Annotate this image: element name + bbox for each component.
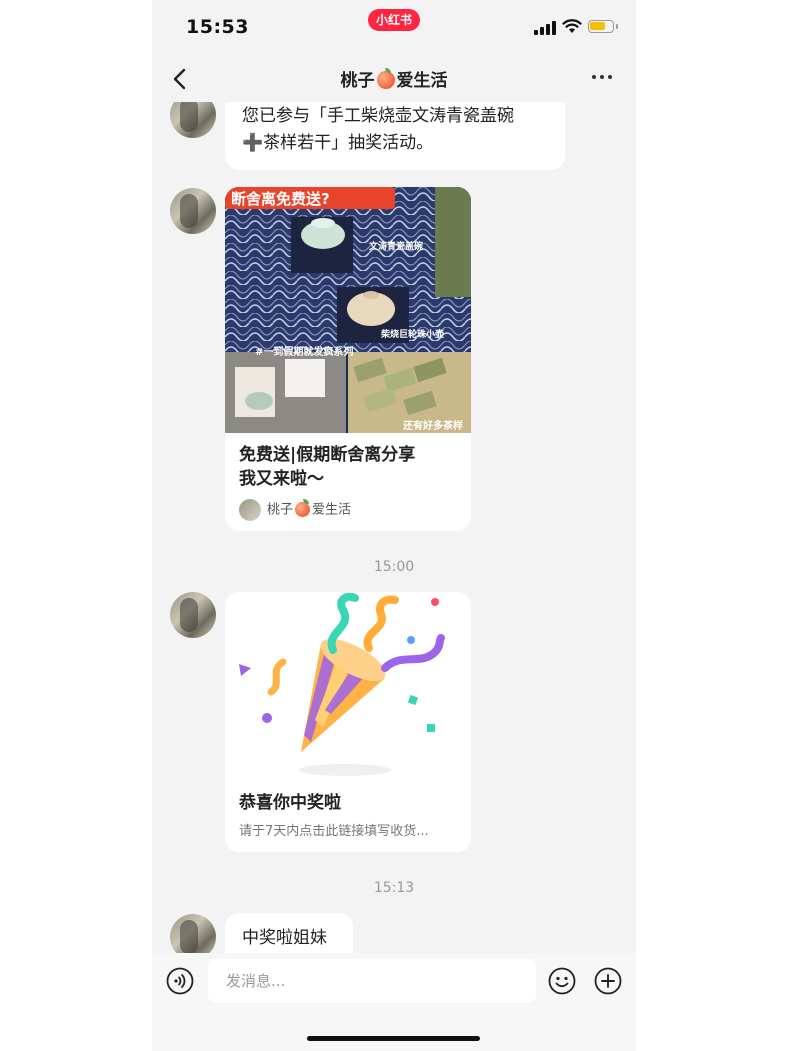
chat-screen: 15:53 小红书 桃子 爱生活 您已参与「手工柴烧壶文涛青瓷盖碗 ➕茶样若干」抽…	[152, 0, 636, 1051]
app-badge: 小红书	[368, 9, 420, 31]
home-indicator	[307, 1036, 480, 1041]
peach-emoji-icon	[295, 498, 311, 517]
note-author-name: 桃子	[267, 502, 294, 518]
more-dots-icon[interactable]	[592, 72, 616, 84]
status-time: 15:53	[186, 16, 249, 38]
chat-title: 桃子 爱生活	[152, 66, 636, 91]
status-bar: 15:53 小红书	[152, 0, 636, 56]
cover-label-pot: 柴烧巨轮珠小壶	[380, 328, 444, 340]
signal-icon	[534, 21, 558, 35]
chat-title-suffix: 爱生活	[396, 71, 448, 91]
prize-card[interactable]: 恭喜你中奖啦 请于7天内点击此链接填写收货...	[225, 592, 471, 852]
cover-label-cup: 文涛青瓷盖碗	[368, 240, 423, 252]
cover-label-series: #一到假期就发疯系列	[255, 345, 353, 358]
wifi-icon	[562, 19, 582, 33]
peach-emoji-icon	[376, 68, 395, 89]
chat-title-name: 桃子	[340, 71, 375, 91]
prize-title: 恭喜你中奖啦	[239, 793, 341, 813]
note-title-line2: 我又来啦～	[239, 469, 324, 489]
battery-icon	[588, 20, 618, 33]
avatar[interactable]	[170, 188, 216, 234]
note-title-line1: 免费送|假期断舍离分享	[239, 445, 416, 465]
plus-icon[interactable]	[594, 967, 622, 995]
note-author: 桃子 爱生活	[239, 498, 352, 521]
prize-description: 请于7天内点击此链接填写收货...	[239, 824, 429, 839]
party-popper-icon	[239, 592, 445, 776]
note-card[interactable]: 断舍离免费送? 文涛青瓷盖碗 柴烧巨轮珠小壶 #一到假期就发疯系列 还有好多茶样…	[225, 187, 471, 531]
chat-header: 桃子 爱生活	[152, 56, 636, 102]
note-cover-image: 断舍离免费送? 文涛青瓷盖碗 柴烧巨轮珠小壶 #一到假期就发疯系列 还有好多茶样	[225, 187, 471, 433]
cover-label-more: 还有好多茶样	[402, 419, 463, 432]
timestamp: 15:00	[373, 559, 415, 575]
cover-banner-text: 断舍离免费送?	[231, 190, 330, 208]
voice-icon[interactable]	[166, 967, 194, 995]
message-input[interactable]	[208, 959, 536, 1003]
avatar[interactable]	[170, 592, 216, 638]
lottery-text-line2: ➕茶样若干」抽奖活动。	[242, 133, 434, 153]
note-author-suffix: 爱生活	[312, 502, 352, 518]
lottery-message-bubble: 您已参与「手工柴烧壶文涛青瓷盖碗 ➕茶样若干」抽奖活动。	[225, 90, 565, 170]
input-bar	[152, 953, 636, 1051]
emoji-icon[interactable]	[548, 967, 576, 995]
last-message-text: 中奖啦姐妹	[242, 928, 327, 948]
note-title: 免费送|假期断舍离分享 我又来啦～	[239, 443, 459, 491]
timestamp: 15:13	[373, 880, 415, 896]
author-avatar	[239, 499, 261, 521]
lottery-text-line1: 您已参与「手工柴烧壶文涛青瓷盖碗	[242, 106, 514, 126]
